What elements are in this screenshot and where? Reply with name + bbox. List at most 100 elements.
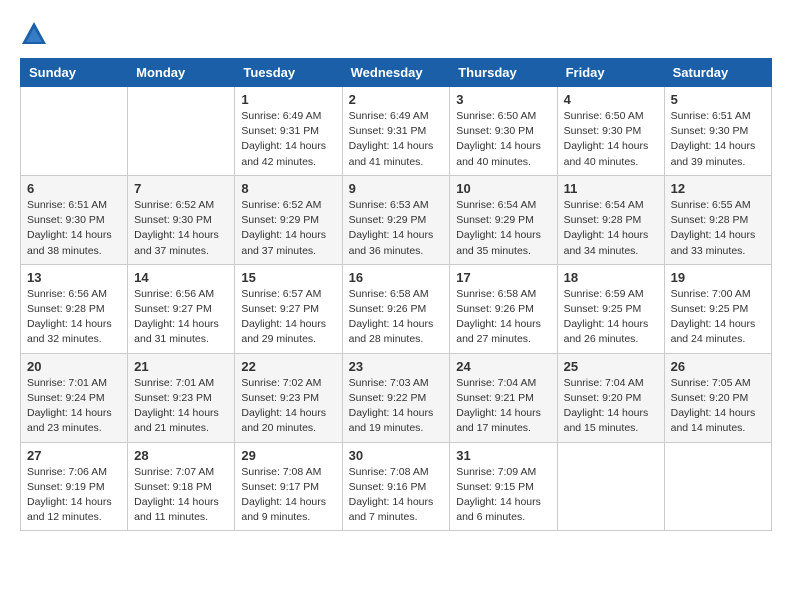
calendar-cell: 28 Sunrise: 7:07 AMSunset: 9:18 PMDayligh… bbox=[128, 442, 235, 531]
cell-content: Sunrise: 6:53 AMSunset: 9:29 PMDaylight:… bbox=[349, 198, 444, 259]
day-number: 15 bbox=[241, 270, 335, 285]
calendar-cell: 16 Sunrise: 6:58 AMSunset: 9:26 PMDayligh… bbox=[342, 264, 450, 353]
day-number: 24 bbox=[456, 359, 550, 374]
cell-content: Sunrise: 6:54 AMSunset: 9:29 PMDaylight:… bbox=[456, 198, 550, 259]
calendar-cell: 23 Sunrise: 7:03 AMSunset: 9:22 PMDayligh… bbox=[342, 353, 450, 442]
cell-content: Sunrise: 6:51 AMSunset: 9:30 PMDaylight:… bbox=[671, 109, 765, 170]
day-number: 21 bbox=[134, 359, 228, 374]
cell-content: Sunrise: 6:55 AMSunset: 9:28 PMDaylight:… bbox=[671, 198, 765, 259]
calendar-cell: 27 Sunrise: 7:06 AMSunset: 9:19 PMDayligh… bbox=[21, 442, 128, 531]
day-number: 23 bbox=[349, 359, 444, 374]
day-number: 10 bbox=[456, 181, 550, 196]
calendar-day-header: Wednesday bbox=[342, 59, 450, 87]
calendar-cell bbox=[557, 442, 664, 531]
calendar-cell: 9 Sunrise: 6:53 AMSunset: 9:29 PMDaylight… bbox=[342, 175, 450, 264]
calendar-cell: 12 Sunrise: 6:55 AMSunset: 9:28 PMDayligh… bbox=[664, 175, 771, 264]
cell-content: Sunrise: 7:03 AMSunset: 9:22 PMDaylight:… bbox=[349, 376, 444, 437]
day-number: 6 bbox=[27, 181, 121, 196]
cell-content: Sunrise: 7:04 AMSunset: 9:21 PMDaylight:… bbox=[456, 376, 550, 437]
day-number: 27 bbox=[27, 448, 121, 463]
calendar-cell bbox=[128, 87, 235, 176]
calendar-week-row: 20Sunrise: 7:01 AMSunset: 9:24 PMDayligh… bbox=[21, 353, 772, 442]
day-number: 26 bbox=[671, 359, 765, 374]
cell-content: Sunrise: 7:01 AMSunset: 9:23 PMDaylight:… bbox=[134, 376, 228, 437]
cell-content: Sunrise: 7:04 AMSunset: 9:20 PMDaylight:… bbox=[564, 376, 658, 437]
cell-content: Sunrise: 6:52 AMSunset: 9:30 PMDaylight:… bbox=[134, 198, 228, 259]
cell-content: Sunrise: 7:07 AMSunset: 9:18 PMDaylight:… bbox=[134, 465, 228, 526]
calendar-day-header: Tuesday bbox=[235, 59, 342, 87]
day-number: 29 bbox=[241, 448, 335, 463]
cell-content: Sunrise: 6:56 AMSunset: 9:28 PMDaylight:… bbox=[27, 287, 121, 348]
calendar-cell: 22 Sunrise: 7:02 AMSunset: 9:23 PMDayligh… bbox=[235, 353, 342, 442]
calendar-cell: 7 Sunrise: 6:52 AMSunset: 9:30 PMDaylight… bbox=[128, 175, 235, 264]
day-number: 9 bbox=[349, 181, 444, 196]
calendar-cell: 2Sunrise: 6:49 AMSunset: 9:31 PMDaylight… bbox=[342, 87, 450, 176]
day-number: 16 bbox=[349, 270, 444, 285]
calendar-cell: 24 Sunrise: 7:04 AMSunset: 9:21 PMDayligh… bbox=[450, 353, 557, 442]
calendar-cell: 20Sunrise: 7:01 AMSunset: 9:24 PMDayligh… bbox=[21, 353, 128, 442]
day-number: 31 bbox=[456, 448, 550, 463]
calendar-cell: 29 Sunrise: 7:08 AMSunset: 9:17 PMDayligh… bbox=[235, 442, 342, 531]
logo bbox=[20, 20, 52, 48]
day-number: 8 bbox=[241, 181, 335, 196]
calendar-cell: 13Sunrise: 6:56 AMSunset: 9:28 PMDayligh… bbox=[21, 264, 128, 353]
calendar-cell: 5 Sunrise: 6:51 AMSunset: 9:30 PMDaylight… bbox=[664, 87, 771, 176]
calendar-day-header: Friday bbox=[557, 59, 664, 87]
cell-content: Sunrise: 6:58 AMSunset: 9:26 PMDaylight:… bbox=[349, 287, 444, 348]
cell-content: Sunrise: 7:06 AMSunset: 9:19 PMDaylight:… bbox=[27, 465, 121, 526]
calendar-cell: 21 Sunrise: 7:01 AMSunset: 9:23 PMDayligh… bbox=[128, 353, 235, 442]
calendar-cell bbox=[664, 442, 771, 531]
day-number: 17 bbox=[456, 270, 550, 285]
day-number: 1 bbox=[241, 92, 335, 107]
calendar-day-header: Saturday bbox=[664, 59, 771, 87]
day-number: 7 bbox=[134, 181, 228, 196]
calendar-week-row: 6 Sunrise: 6:51 AMSunset: 9:30 PMDaylight… bbox=[21, 175, 772, 264]
cell-content: Sunrise: 7:08 AMSunset: 9:16 PMDaylight:… bbox=[349, 465, 444, 526]
day-number: 28 bbox=[134, 448, 228, 463]
calendar-header-row: SundayMondayTuesdayWednesdayThursdayFrid… bbox=[21, 59, 772, 87]
day-number: 12 bbox=[671, 181, 765, 196]
day-number: 3 bbox=[456, 92, 550, 107]
day-number: 25 bbox=[564, 359, 658, 374]
calendar-cell: 6 Sunrise: 6:51 AMSunset: 9:30 PMDaylight… bbox=[21, 175, 128, 264]
calendar-week-row: 13Sunrise: 6:56 AMSunset: 9:28 PMDayligh… bbox=[21, 264, 772, 353]
cell-content: Sunrise: 6:56 AMSunset: 9:27 PMDaylight:… bbox=[134, 287, 228, 348]
cell-content: Sunrise: 7:02 AMSunset: 9:23 PMDaylight:… bbox=[241, 376, 335, 437]
day-number: 19 bbox=[671, 270, 765, 285]
calendar-cell: 15Sunrise: 6:57 AMSunset: 9:27 PMDayligh… bbox=[235, 264, 342, 353]
calendar-cell: 10 Sunrise: 6:54 AMSunset: 9:29 PMDayligh… bbox=[450, 175, 557, 264]
cell-content: Sunrise: 7:09 AMSunset: 9:15 PMDaylight:… bbox=[456, 465, 550, 526]
calendar-day-header: Thursday bbox=[450, 59, 557, 87]
cell-content: Sunrise: 6:50 AMSunset: 9:30 PMDaylight:… bbox=[456, 109, 550, 170]
calendar-cell: 19 Sunrise: 7:00 AMSunset: 9:25 PMDayligh… bbox=[664, 264, 771, 353]
cell-content: Sunrise: 6:49 AMSunset: 9:31 PMDaylight:… bbox=[241, 109, 335, 170]
day-number: 20 bbox=[27, 359, 121, 374]
cell-content: Sunrise: 6:54 AMSunset: 9:28 PMDaylight:… bbox=[564, 198, 658, 259]
day-number: 22 bbox=[241, 359, 335, 374]
calendar-day-header: Sunday bbox=[21, 59, 128, 87]
cell-content: Sunrise: 7:08 AMSunset: 9:17 PMDaylight:… bbox=[241, 465, 335, 526]
calendar-day-header: Monday bbox=[128, 59, 235, 87]
day-number: 14 bbox=[134, 270, 228, 285]
day-number: 11 bbox=[564, 181, 658, 196]
page-header bbox=[20, 20, 772, 48]
cell-content: Sunrise: 6:58 AMSunset: 9:26 PMDaylight:… bbox=[456, 287, 550, 348]
cell-content: Sunrise: 7:00 AMSunset: 9:25 PMDaylight:… bbox=[671, 287, 765, 348]
calendar-cell: 11 Sunrise: 6:54 AMSunset: 9:28 PMDayligh… bbox=[557, 175, 664, 264]
calendar-cell: 25 Sunrise: 7:04 AMSunset: 9:20 PMDayligh… bbox=[557, 353, 664, 442]
calendar-cell: 14 Sunrise: 6:56 AMSunset: 9:27 PMDayligh… bbox=[128, 264, 235, 353]
calendar-cell: 26Sunrise: 7:05 AMSunset: 9:20 PMDayligh… bbox=[664, 353, 771, 442]
calendar-cell: 17 Sunrise: 6:58 AMSunset: 9:26 PMDayligh… bbox=[450, 264, 557, 353]
day-number: 30 bbox=[349, 448, 444, 463]
day-number: 5 bbox=[671, 92, 765, 107]
cell-content: Sunrise: 6:51 AMSunset: 9:30 PMDaylight:… bbox=[27, 198, 121, 259]
calendar-table: SundayMondayTuesdayWednesdayThursdayFrid… bbox=[20, 58, 772, 531]
calendar-week-row: 1 Sunrise: 6:49 AMSunset: 9:31 PMDaylight… bbox=[21, 87, 772, 176]
cell-content: Sunrise: 6:59 AMSunset: 9:25 PMDaylight:… bbox=[564, 287, 658, 348]
calendar-cell bbox=[21, 87, 128, 176]
cell-content: Sunrise: 6:52 AMSunset: 9:29 PMDaylight:… bbox=[241, 198, 335, 259]
calendar-cell: 3 Sunrise: 6:50 AMSunset: 9:30 PMDaylight… bbox=[450, 87, 557, 176]
calendar-cell: 4Sunrise: 6:50 AMSunset: 9:30 PMDaylight… bbox=[557, 87, 664, 176]
cell-content: Sunrise: 6:50 AMSunset: 9:30 PMDaylight:… bbox=[564, 109, 658, 170]
day-number: 2 bbox=[349, 92, 444, 107]
